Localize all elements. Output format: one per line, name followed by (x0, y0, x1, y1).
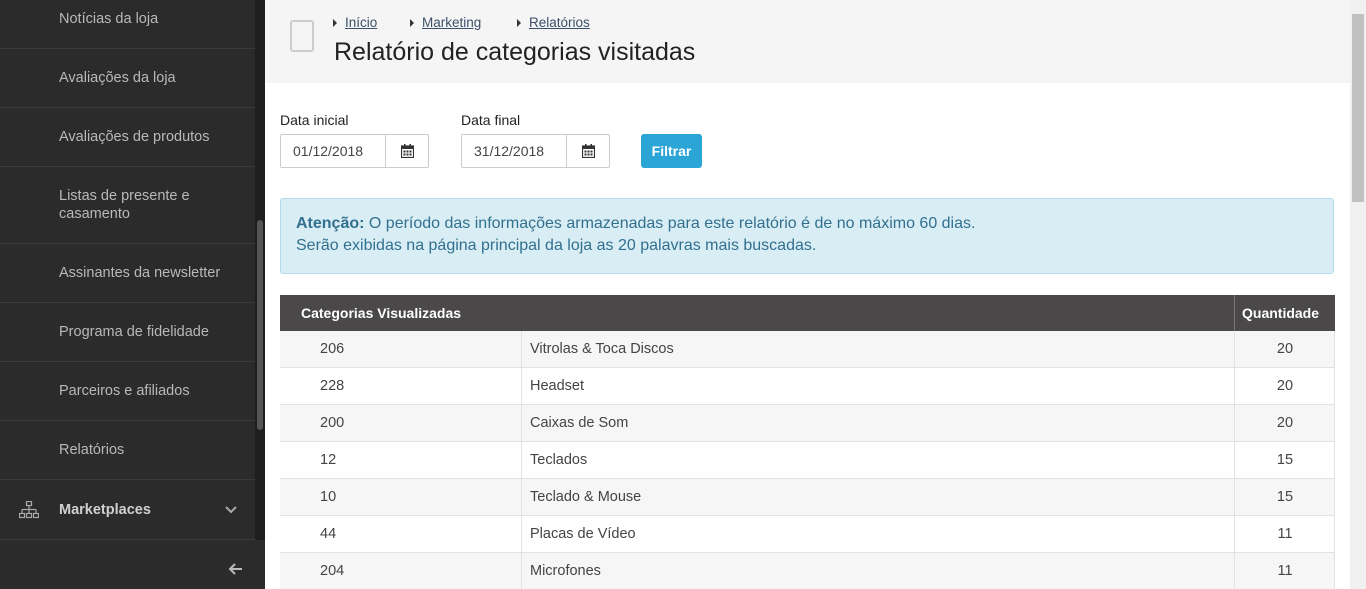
cell-category: Headset (530, 378, 585, 394)
cell-category: Teclados (530, 452, 588, 468)
start-date-input[interactable] (281, 135, 386, 167)
cell-category: Caixas de Som (530, 415, 629, 431)
cell-category: Vitrolas & Toca Discos (530, 341, 674, 357)
cell-quantity: 20 (1276, 378, 1294, 394)
end-date-calendar-button[interactable] (567, 135, 609, 167)
breadcrumb-label: Início (345, 15, 378, 30)
cell-category: Placas de Vídeo (530, 526, 636, 542)
page-title: Relatório de categorias visitadas (334, 38, 696, 66)
sidebar-item-avaliacoes-produtos[interactable]: Avaliações de produtos (0, 108, 255, 167)
cell-quantity: 11 (1277, 563, 1293, 579)
table-row: 10 Teclado & Mouse 15 (280, 479, 1335, 516)
breadcrumb-relatorios[interactable]: Relatórios (517, 15, 590, 30)
chevron-down-icon (225, 505, 237, 513)
table-row: 44 Placas de Vídeo 11 (280, 516, 1335, 553)
table-row: 206 Vitrolas & Toca Discos 20 (280, 331, 1335, 368)
cell-category: Microfones (530, 563, 601, 579)
page-icon (290, 20, 314, 52)
header-categories: Categorias Visualizadas (301, 305, 462, 321)
sidebar-item-label: Relatórios (59, 442, 125, 458)
table-row: 228 Headset 20 (280, 368, 1335, 405)
header-quantity: Quantidade (1242, 305, 1320, 321)
cell-quantity: 11 (1277, 526, 1293, 542)
cell-id: 228 (320, 378, 345, 394)
sitemap-icon (19, 500, 39, 518)
sidebar-item-relatorios[interactable]: Relatórios (0, 421, 255, 480)
cell-quantity: 15 (1276, 489, 1294, 505)
filter-button[interactable]: Filtrar (641, 134, 702, 168)
table-row: 12 Teclados 15 (280, 442, 1335, 479)
cell-id: 12 (320, 452, 337, 468)
cell-quantity: 15 (1276, 452, 1294, 468)
sidebar-item-label: Assinantes da newsletter (59, 265, 221, 281)
cell-id: 204 (320, 563, 345, 579)
sidebar-item-label: Parceiros e afiliados (59, 383, 190, 399)
end-date-group (461, 134, 610, 168)
sidebar-item-label: Programa de fidelidade (59, 324, 209, 340)
cell-category: Teclado & Mouse (530, 489, 642, 505)
sidebar-footer (0, 540, 265, 589)
sidebar-item-parceiros[interactable]: Parceiros e afiliados (0, 362, 255, 421)
sidebar-item-listas-presente[interactable]: Listas de presente e casamento (0, 167, 255, 244)
start-date-label: Data inicial (280, 112, 349, 128)
sidebar-item-marketplaces[interactable]: Marketplaces (0, 480, 255, 540)
end-date-input[interactable] (462, 135, 567, 167)
sidebar-item-noticias[interactable]: Notícias da loja (0, 0, 255, 49)
sidebar-item-fidelidade[interactable]: Programa de fidelidade (0, 303, 255, 362)
sidebar-item-label: Marketplaces (59, 501, 151, 518)
alert-line1: O período das informações armazenadas pa… (364, 215, 976, 232)
sidebar-item-label: Notícias da loja (59, 10, 159, 27)
table-row: 200 Caixas de Som 20 (280, 405, 1335, 442)
categories-table: Categorias Visualizadas Quantidade 206 Vi… (280, 295, 1335, 589)
alert-line2: Serão exibidas na página principal da lo… (296, 237, 817, 254)
alert-strong: Atenção: (296, 215, 365, 232)
start-date-calendar-button[interactable] (386, 135, 428, 167)
cell-id: 44 (320, 526, 337, 542)
breadcrumb-label: Relatórios (529, 15, 590, 30)
breadcrumb-inicio[interactable]: Início (333, 15, 377, 30)
sidebar-item-label: Avaliações da loja (59, 70, 176, 86)
start-date-group (280, 134, 429, 168)
cell-quantity: 20 (1276, 341, 1294, 357)
sidebar-item-label: Listas de presente e casamento (59, 188, 190, 222)
calendar-icon (581, 144, 595, 158)
sidebar-item-newsletter[interactable]: Assinantes da newsletter (0, 244, 255, 303)
cell-id: 200 (320, 415, 345, 431)
breadcrumb-label: Marketing (422, 15, 482, 30)
table-row: 204 Microfones 11 (280, 553, 1335, 589)
info-alert: Atenção: O período das informações armaz… (280, 198, 1334, 274)
arrow-left-icon[interactable] (228, 562, 244, 576)
end-date-label: Data final (461, 112, 521, 128)
cell-id: 10 (320, 489, 337, 505)
cell-quantity: 20 (1276, 415, 1294, 431)
sidebar-item-avaliacoes-loja[interactable]: Avaliações da loja (0, 49, 255, 108)
sidebar-scrollbar-thumb[interactable] (257, 220, 263, 430)
cell-id: 206 (320, 341, 345, 357)
sidebar-item-label: Avaliações de produtos (59, 129, 210, 145)
calendar-icon (400, 144, 414, 158)
table-header: Categorias Visualizadas Quantidade (280, 295, 1335, 331)
page-scrollbar-thumb[interactable] (1352, 14, 1364, 202)
breadcrumb-marketing[interactable]: Marketing (410, 15, 481, 30)
